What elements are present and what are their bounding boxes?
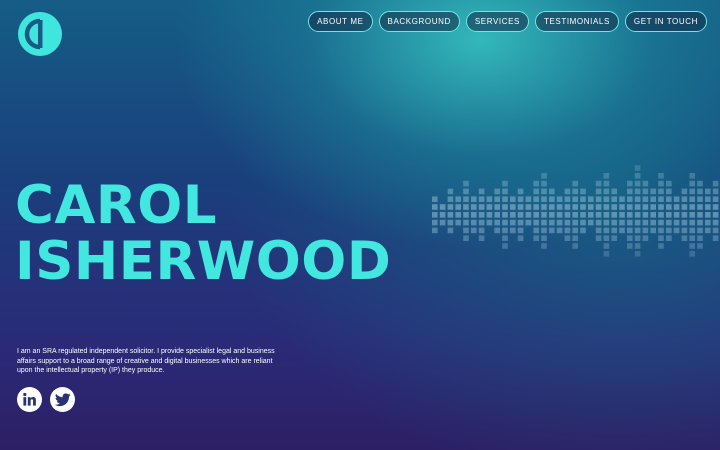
nav-about-me[interactable]: ABOUT ME <box>308 11 373 32</box>
hero-tagline: I am an SRA regulated independent solici… <box>17 348 275 374</box>
main-navigation: ABOUT ME BACKGROUND SERVICES TESTIMONIAL… <box>308 11 707 32</box>
linkedin-link[interactable] <box>17 387 42 412</box>
hero-name-heading: CAROL ISHERWOOD <box>15 178 391 290</box>
hero-last-name: ISHERWOOD <box>15 231 392 292</box>
hero-first-name: CAROL <box>15 175 218 236</box>
nav-testimonials[interactable]: TESTIMONIALS <box>535 11 619 32</box>
linkedin-icon <box>23 392 36 406</box>
brand-logo-icon[interactable] <box>17 11 63 57</box>
social-links <box>17 387 75 412</box>
nav-background[interactable]: BACKGROUND <box>378 11 460 32</box>
nav-get-in-touch[interactable]: GET IN TOUCH <box>624 11 707 32</box>
nav-services[interactable]: SERVICES <box>465 11 529 32</box>
twitter-link[interactable] <box>50 387 75 412</box>
twitter-icon <box>54 392 71 406</box>
